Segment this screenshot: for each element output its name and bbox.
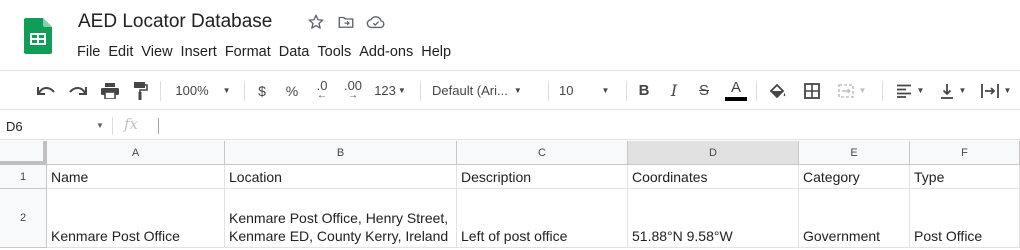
print-icon[interactable]: [98, 71, 122, 110]
text-color-button[interactable]: A: [724, 71, 748, 110]
text-color-label: A: [730, 79, 741, 96]
formula-cursor: [158, 118, 159, 134]
text-wrapping-icon[interactable]: ▼: [976, 71, 1016, 110]
chevron-down-icon: ▼: [1003, 86, 1012, 95]
increase-decimal-places-button[interactable]: .00 →: [340, 71, 366, 110]
more-formats-label: 123: [374, 83, 396, 98]
menu-add-ons[interactable]: Add-ons: [358, 42, 418, 62]
formula-bar: D6 ▼ fx: [0, 112, 1020, 140]
undo-icon[interactable]: [34, 71, 58, 110]
cell-e2[interactable]: Government: [799, 189, 910, 248]
cloud-status-icon[interactable]: [366, 12, 386, 32]
column-header-c[interactable]: C: [457, 141, 628, 165]
row-header-1[interactable]: 1: [0, 165, 47, 189]
paint-format-icon[interactable]: [130, 71, 152, 110]
italic-button[interactable]: I: [664, 71, 684, 110]
select-all-corner[interactable]: [0, 141, 47, 165]
merge-cells-icon: ▼: [832, 71, 872, 110]
arrow-right-icon: →: [348, 89, 358, 101]
menu-help[interactable]: Help: [420, 42, 456, 62]
text-color-swatch: [725, 97, 747, 101]
cell-c1[interactable]: Description: [457, 165, 628, 189]
cell-b1[interactable]: Location: [225, 165, 457, 189]
font-family-value: Default (Ari...: [432, 83, 508, 98]
zoom-value: 100%: [175, 83, 209, 98]
horizontal-align-icon[interactable]: ▼: [890, 71, 930, 110]
format-percent-button[interactable]: %: [282, 71, 302, 110]
function-icon: fx: [124, 115, 139, 133]
cell-c2[interactable]: Left of post office: [457, 189, 628, 248]
font-size-value: 10: [559, 83, 574, 98]
cell-a2[interactable]: Kenmare Post Office: [47, 189, 225, 248]
menu-data[interactable]: Data: [278, 42, 315, 62]
bold-button[interactable]: B: [634, 71, 654, 110]
fill-color-icon[interactable]: [766, 71, 790, 110]
decrease-decimal-places-button[interactable]: .0 ←: [310, 71, 334, 110]
column-header-b[interactable]: B: [225, 141, 457, 165]
menu-file[interactable]: File: [76, 42, 105, 62]
cell-e1[interactable]: Category: [799, 165, 910, 189]
chevron-down-icon: ▼: [601, 86, 610, 95]
chevron-down-icon: ▼: [397, 86, 406, 95]
column-header-d[interactable]: D: [628, 141, 799, 165]
menu-insert[interactable]: Insert: [180, 42, 222, 62]
font-size-select[interactable]: 10 ▼: [556, 71, 620, 110]
decrease-decimals-label: .0: [316, 77, 328, 93]
column-header-e[interactable]: E: [799, 141, 910, 165]
font-family-select[interactable]: Default (Ari... ▼: [432, 71, 542, 110]
menu-bar: File Edit View Insert Format Data Tools …: [76, 42, 458, 62]
strikethrough-button[interactable]: S: [694, 71, 714, 110]
cell-b2[interactable]: Kenmare Post Office, Henry Street, Kenma…: [225, 189, 457, 248]
increase-decimals-label: .00: [343, 77, 363, 93]
formula-input[interactable]: [164, 112, 1014, 140]
zoom-select[interactable]: 100% ▼: [172, 71, 234, 110]
vertical-align-icon[interactable]: ▼: [934, 71, 972, 110]
title-bar: AED Locator Database File Edit View Inse…: [0, 0, 1020, 68]
column-header-a[interactable]: A: [47, 141, 225, 165]
document-title[interactable]: AED Locator Database: [78, 10, 272, 34]
cell-reference: D6: [6, 118, 23, 134]
row-header-2[interactable]: 2: [0, 189, 47, 248]
cell-a1[interactable]: Name: [47, 165, 225, 189]
arrow-left-icon: ←: [317, 89, 327, 101]
cell-d2[interactable]: 51.88°N 9.58°W: [628, 189, 799, 248]
google-sheets-logo-icon[interactable]: [24, 18, 52, 54]
chevron-down-icon: ▼: [958, 86, 967, 95]
move-to-folder-icon[interactable]: [336, 12, 356, 32]
star-icon[interactable]: [306, 12, 326, 32]
cell-f2[interactable]: Post Office: [910, 189, 1020, 248]
spreadsheet-grid: A B C D E F 1 Name Location Description …: [0, 141, 1020, 250]
chevron-down-icon: ▼: [916, 86, 925, 95]
menu-edit[interactable]: Edit: [107, 42, 138, 62]
menu-view[interactable]: View: [140, 42, 177, 62]
column-header-f[interactable]: F: [910, 141, 1020, 165]
name-box[interactable]: D6 ▼: [0, 112, 112, 140]
borders-icon[interactable]: [800, 71, 824, 110]
menu-format[interactable]: Format: [224, 42, 276, 62]
toolbar: 100% ▼ $ % .0 ← .00 → 123 ▼ Default (Ari…: [0, 70, 1020, 110]
cell-d1[interactable]: Coordinates: [628, 165, 799, 189]
chevron-down-icon: ▼: [858, 86, 867, 95]
menu-tools[interactable]: Tools: [316, 42, 356, 62]
chevron-down-icon: ▼: [222, 86, 231, 95]
cell-f1[interactable]: Type: [910, 165, 1020, 189]
format-currency-button[interactable]: $: [252, 71, 272, 110]
more-formats-select[interactable]: 123 ▼: [370, 71, 410, 110]
chevron-down-icon: ▼: [513, 86, 522, 95]
redo-icon[interactable]: [66, 71, 90, 110]
chevron-down-icon: ▼: [96, 121, 104, 130]
